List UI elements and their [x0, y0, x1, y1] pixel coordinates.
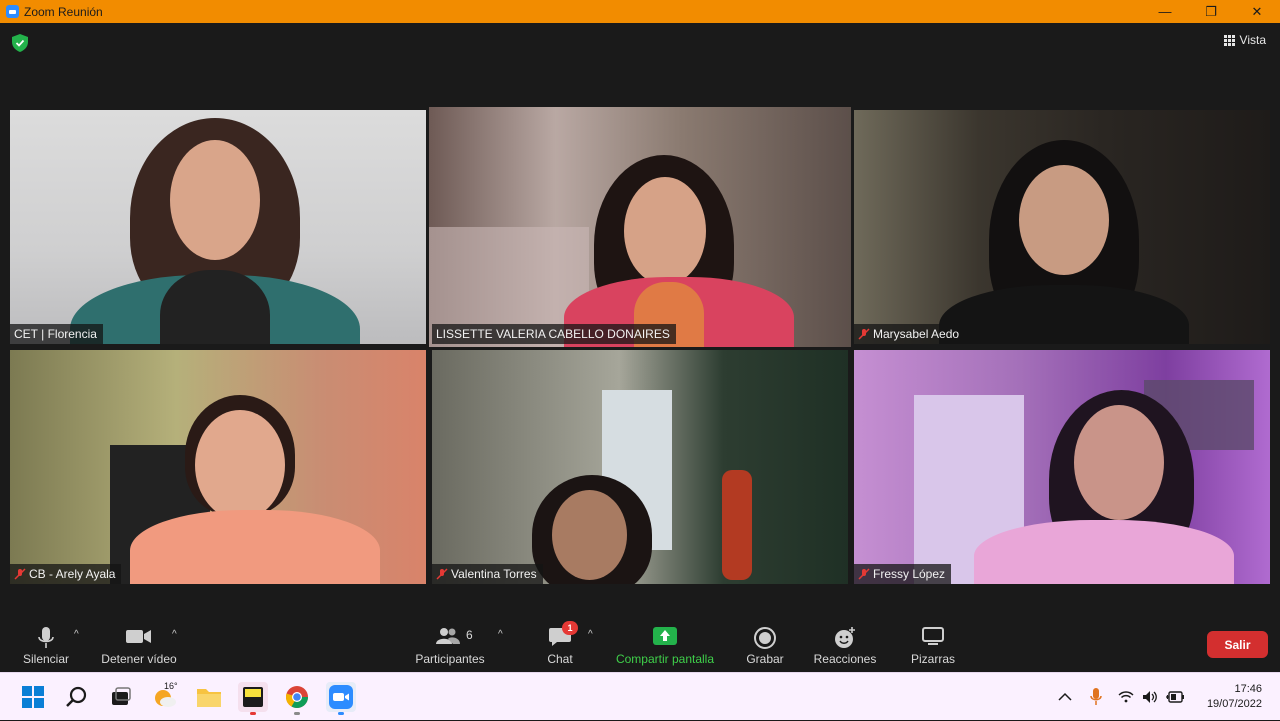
window-title: Zoom Reunión: [24, 4, 103, 19]
zoom-icon: [329, 685, 353, 709]
windows-taskbar: 16° 17:46 19/07/2022: [0, 672, 1280, 720]
weather-widget[interactable]: 16°: [150, 681, 180, 712]
system-tray: [1058, 673, 1184, 721]
video-tile-active-speaker[interactable]: LISSETTE VALERIA CABELLO DONAIRES: [429, 107, 851, 347]
view-button[interactable]: Vista: [1223, 33, 1266, 47]
video-tile[interactable]: CET | Florencia: [10, 110, 426, 344]
video-tile[interactable]: Marysabel Aedo: [854, 110, 1270, 344]
whiteboard-button[interactable]: Pizarras: [906, 623, 960, 672]
minimize-button[interactable]: —: [1142, 0, 1188, 23]
video-camera-icon: [126, 630, 151, 643]
share-screen-icon: [653, 627, 677, 645]
mic-muted-icon: [436, 568, 448, 580]
file-explorer-button[interactable]: [194, 682, 224, 712]
microphone-in-use-icon[interactable]: [1090, 688, 1102, 706]
mute-button[interactable]: Silenciar: [18, 623, 74, 672]
mic-muted-icon: [14, 568, 26, 580]
battery-charging-icon[interactable]: [1166, 691, 1184, 703]
sticky-notes-icon: [243, 687, 263, 707]
clock-date: 19/07/2022: [1206, 698, 1262, 710]
participants-button[interactable]: 6 Participantes: [412, 623, 488, 672]
chrome-button[interactable]: [282, 682, 312, 715]
video-tile[interactable]: Fressy López: [854, 350, 1270, 584]
clock-time: 17:46: [1234, 683, 1262, 695]
participant-name: Valentina Torres: [432, 564, 543, 584]
mic-muted-icon: [858, 568, 870, 580]
microphone-icon: [38, 627, 54, 648]
audio-options-caret[interactable]: ^: [74, 629, 79, 640]
chat-button[interactable]: 1 Chat: [540, 621, 580, 672]
stop-video-button[interactable]: Detener vídeo: [96, 623, 182, 672]
reactions-button[interactable]: Reacciones: [810, 623, 880, 672]
people-icon: [436, 628, 460, 644]
folder-icon: [197, 689, 221, 707]
participants-options-caret[interactable]: ^: [498, 629, 503, 640]
video-tile[interactable]: Valentina Torres: [432, 350, 848, 584]
video-tile[interactable]: CB - Arely Ayala: [10, 350, 426, 584]
search-icon: [66, 686, 87, 707]
weather-temperature: 16°: [164, 681, 178, 691]
participant-name: LISSETTE VALERIA CABELLO DONAIRES: [432, 324, 676, 344]
task-view-button[interactable]: [106, 682, 136, 712]
participants-count: 6: [466, 628, 473, 642]
share-screen-button[interactable]: Compartir pantalla: [610, 623, 720, 672]
task-view-icon: [112, 687, 131, 705]
zoom-app-icon: [6, 5, 19, 18]
title-bar: Zoom Reunión — ❐ ✕: [0, 0, 1280, 23]
record-icon: [754, 627, 776, 649]
participant-name: CET | Florencia: [10, 324, 103, 344]
grid-icon: [1223, 34, 1235, 46]
chat-unread-badge: 1: [562, 621, 578, 635]
emoji-plus-icon: [835, 627, 855, 648]
mic-muted-icon: [858, 328, 870, 340]
volume-icon[interactable]: [1142, 690, 1158, 704]
meeting-toolbar: Silenciar ^ Detener vídeo ^ 6 Participan…: [0, 621, 1280, 672]
view-label: Vista: [1239, 33, 1266, 47]
clock[interactable]: 17:46 19/07/2022: [1207, 682, 1262, 712]
maximize-button[interactable]: ❐: [1188, 0, 1234, 23]
windows-logo-icon: [22, 686, 44, 708]
close-button[interactable]: ✕: [1234, 0, 1280, 23]
zoom-taskbar-button[interactable]: [326, 682, 356, 715]
record-button[interactable]: Grabar: [742, 623, 788, 672]
video-options-caret[interactable]: ^: [172, 629, 177, 640]
participant-name: Marysabel Aedo: [854, 324, 966, 344]
leave-button[interactable]: Salir: [1207, 631, 1268, 658]
whiteboard-icon: [922, 627, 944, 645]
search-button[interactable]: [62, 682, 92, 712]
participant-name: Fressy López: [854, 564, 952, 584]
sticky-notes-button[interactable]: [238, 682, 268, 715]
chrome-icon: [285, 686, 308, 708]
participant-name: CB - Arely Ayala: [10, 564, 122, 584]
wifi-icon[interactable]: [1118, 691, 1134, 703]
chevron-up-icon[interactable]: [1058, 692, 1072, 702]
start-button[interactable]: [18, 682, 48, 712]
shield-check-icon[interactable]: [12, 34, 28, 52]
chat-options-caret[interactable]: ^: [588, 629, 593, 640]
meeting-area: Vista CET | Florencia LISSETTE VALERIA C…: [0, 23, 1280, 623]
